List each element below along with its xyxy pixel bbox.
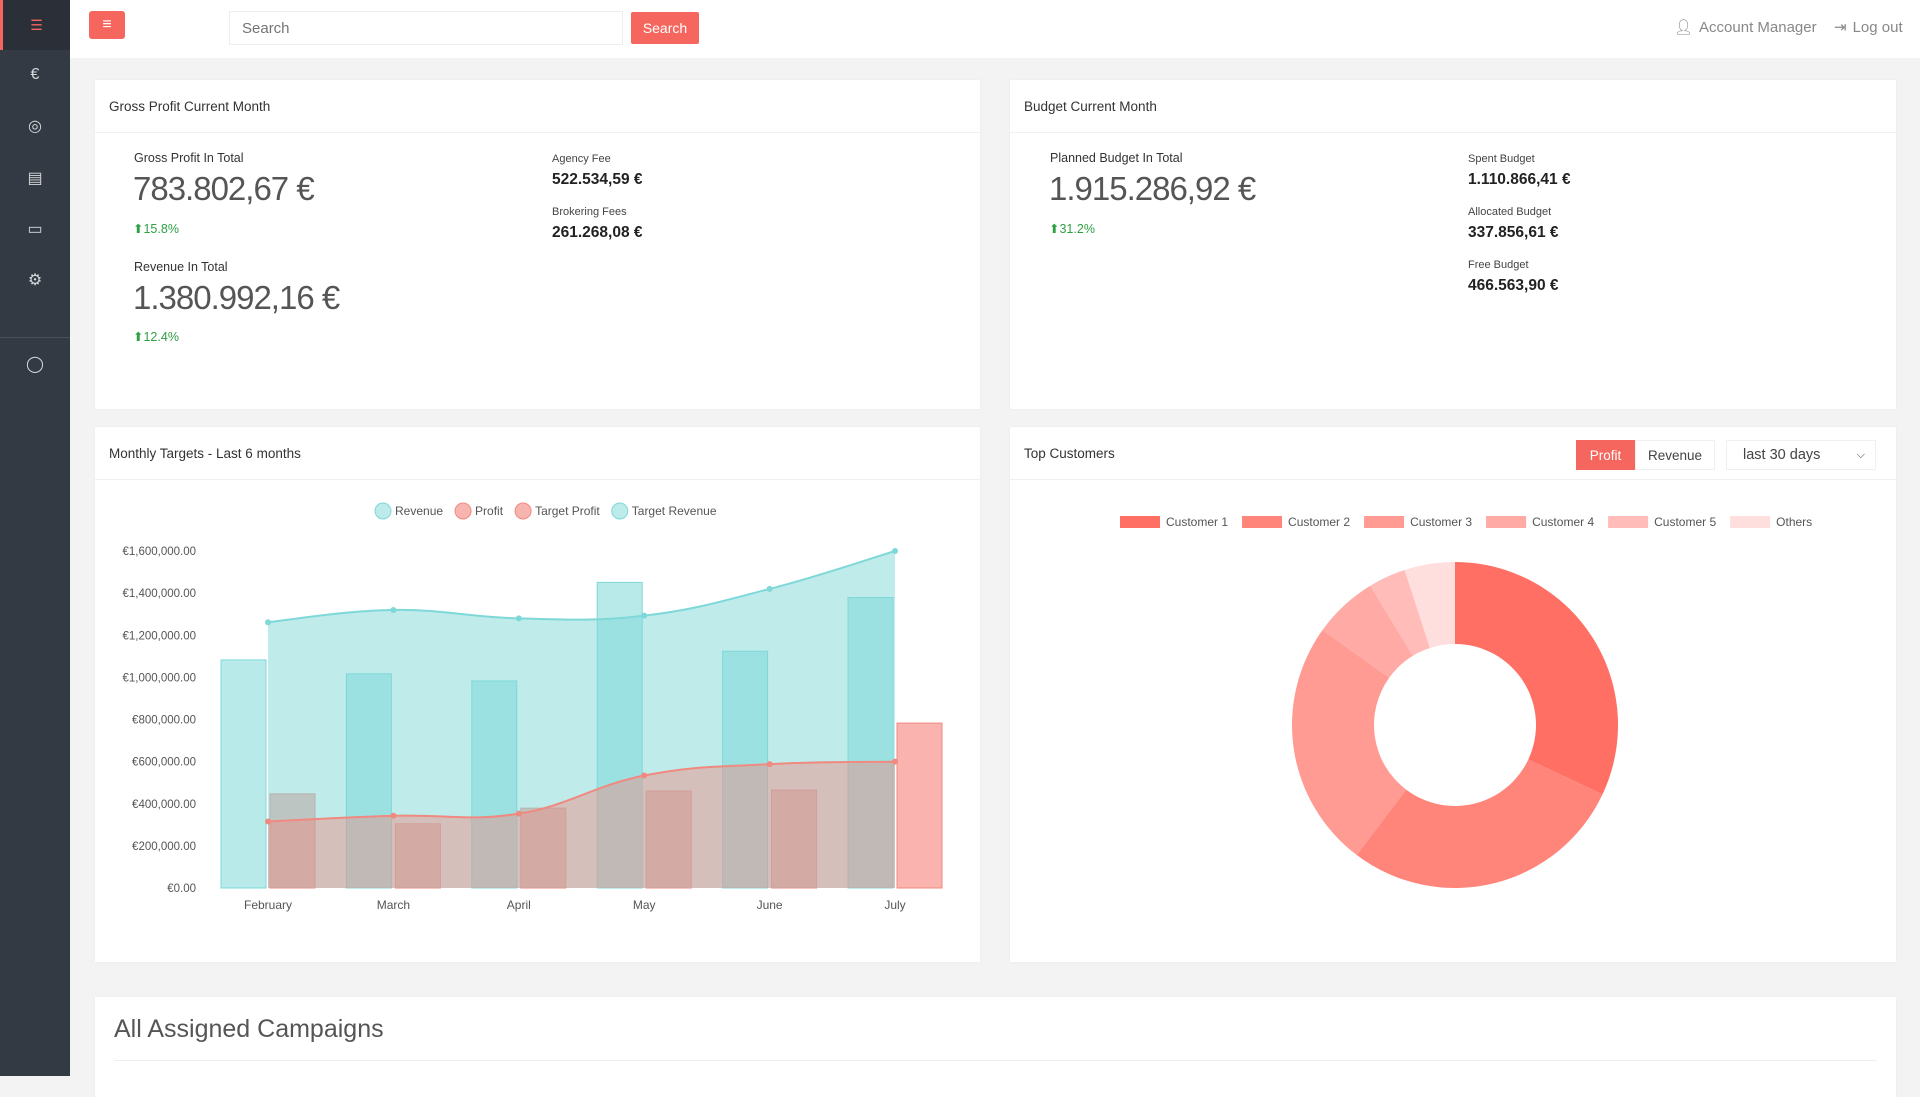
legend-label: Target Profit <box>535 504 600 518</box>
y-tick-label: €1,200,000.00 <box>122 630 196 642</box>
profit-bar <box>896 722 943 889</box>
legend-swatch <box>454 502 472 520</box>
legend-label: Revenue <box>395 504 443 518</box>
revenue-bar <box>220 659 267 889</box>
divider <box>114 1060 1877 1061</box>
y-tick-label: €400,000.00 <box>132 799 196 811</box>
target-revenue-point <box>265 619 271 626</box>
campaigns-card: All Assigned Campaigns <box>95 997 1896 1097</box>
legend-swatch <box>374 502 392 520</box>
target-revenue-point <box>766 585 773 592</box>
y-tick-label: €1,600,000.00 <box>122 546 196 558</box>
target-revenue-point <box>892 548 898 554</box>
top-customers-card: Top Customers <box>1010 427 1896 962</box>
y-tick-label: €200,000.00 <box>132 841 196 853</box>
target-profit-point <box>390 812 397 819</box>
y-tick-label: €800,000.00 <box>132 715 196 727</box>
chevron-down-icon: ⌵ <box>1856 448 1865 461</box>
y-tick-label: €600,000.00 <box>132 757 196 769</box>
x-tick-label: March <box>377 898 410 912</box>
target-revenue-point <box>515 615 522 622</box>
x-tick-label: June <box>757 898 783 912</box>
y-tick-label: €1,000,000.00 <box>122 672 196 684</box>
x-tick-label: May <box>633 898 656 912</box>
toggle-profit[interactable]: Profit <box>1576 440 1635 470</box>
target-profit-point <box>641 772 648 779</box>
target-revenue-point <box>641 612 648 619</box>
legend-label: Profit <box>475 504 504 518</box>
x-tick-label: April <box>507 898 531 912</box>
x-tick-label: February <box>244 898 292 912</box>
legend-swatch <box>611 502 629 520</box>
legend-label: Target Revenue <box>632 504 717 518</box>
x-tick-label: July <box>884 898 905 912</box>
target-profit-point <box>265 818 271 825</box>
target-revenue-point <box>390 606 397 613</box>
legend-swatch <box>514 502 532 520</box>
toggle-revenue[interactable]: Revenue <box>1635 440 1715 470</box>
target-profit-point <box>892 758 898 765</box>
y-tick-label: €1,400,000.00 <box>122 588 196 600</box>
target-profit-point <box>766 761 773 768</box>
campaigns-title: All Assigned Campaigns <box>114 1015 384 1043</box>
range-value: last 30 days <box>1743 447 1821 463</box>
target-profit-point <box>515 810 522 817</box>
y-tick-label: €0.00 <box>167 883 196 895</box>
range-select[interactable]: last 30 days ⌵ <box>1726 440 1876 470</box>
